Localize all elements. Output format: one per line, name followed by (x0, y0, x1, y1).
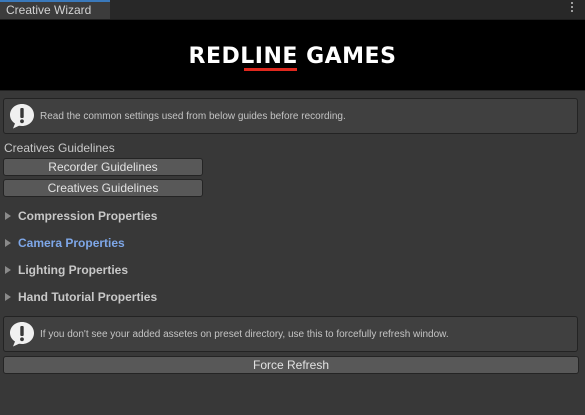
warning-icon (10, 322, 34, 347)
foldout-camera-properties[interactable]: Camera Properties (5, 236, 125, 252)
tab-creative-wizard[interactable]: Creative Wizard (0, 0, 110, 19)
help-text-guides: Read the common settings used from below… (40, 111, 346, 122)
foldout-arrow-icon (5, 266, 11, 274)
foldout-lighting-properties[interactable]: Lighting Properties (5, 263, 128, 279)
kebab-menu-icon[interactable] (569, 2, 575, 16)
creatives-guidelines-button[interactable]: Creatives Guidelines (3, 179, 203, 197)
help-box-guides: Read the common settings used from below… (3, 98, 578, 134)
force-refresh-button[interactable]: Force Refresh (3, 356, 579, 374)
foldout-arrow-icon (5, 293, 11, 301)
tab-bar: Creative Wizard (0, 0, 585, 20)
foldout-arrow-icon (5, 212, 11, 220)
foldout-hand-tutorial-properties[interactable]: Hand Tutorial Properties (5, 290, 157, 306)
creatives-guidelines-label: Creatives Guidelines (4, 141, 115, 155)
foldout-compression-properties[interactable]: Compression Properties (5, 209, 157, 225)
creative-wizard-window: Creative Wizard REDLINE GAMES Read the c… (0, 0, 585, 415)
logo-underline (244, 68, 297, 71)
help-box-refresh: If you don't see your added assetes on p… (3, 316, 578, 352)
recorder-guidelines-button[interactable]: Recorder Guidelines (3, 158, 203, 176)
help-text-refresh: If you don't see your added assetes on p… (40, 329, 449, 340)
banner: REDLINE GAMES (0, 20, 585, 91)
foldout-arrow-icon (5, 239, 11, 247)
redline-games-logo: REDLINE GAMES (188, 44, 397, 69)
warning-icon (10, 104, 34, 129)
